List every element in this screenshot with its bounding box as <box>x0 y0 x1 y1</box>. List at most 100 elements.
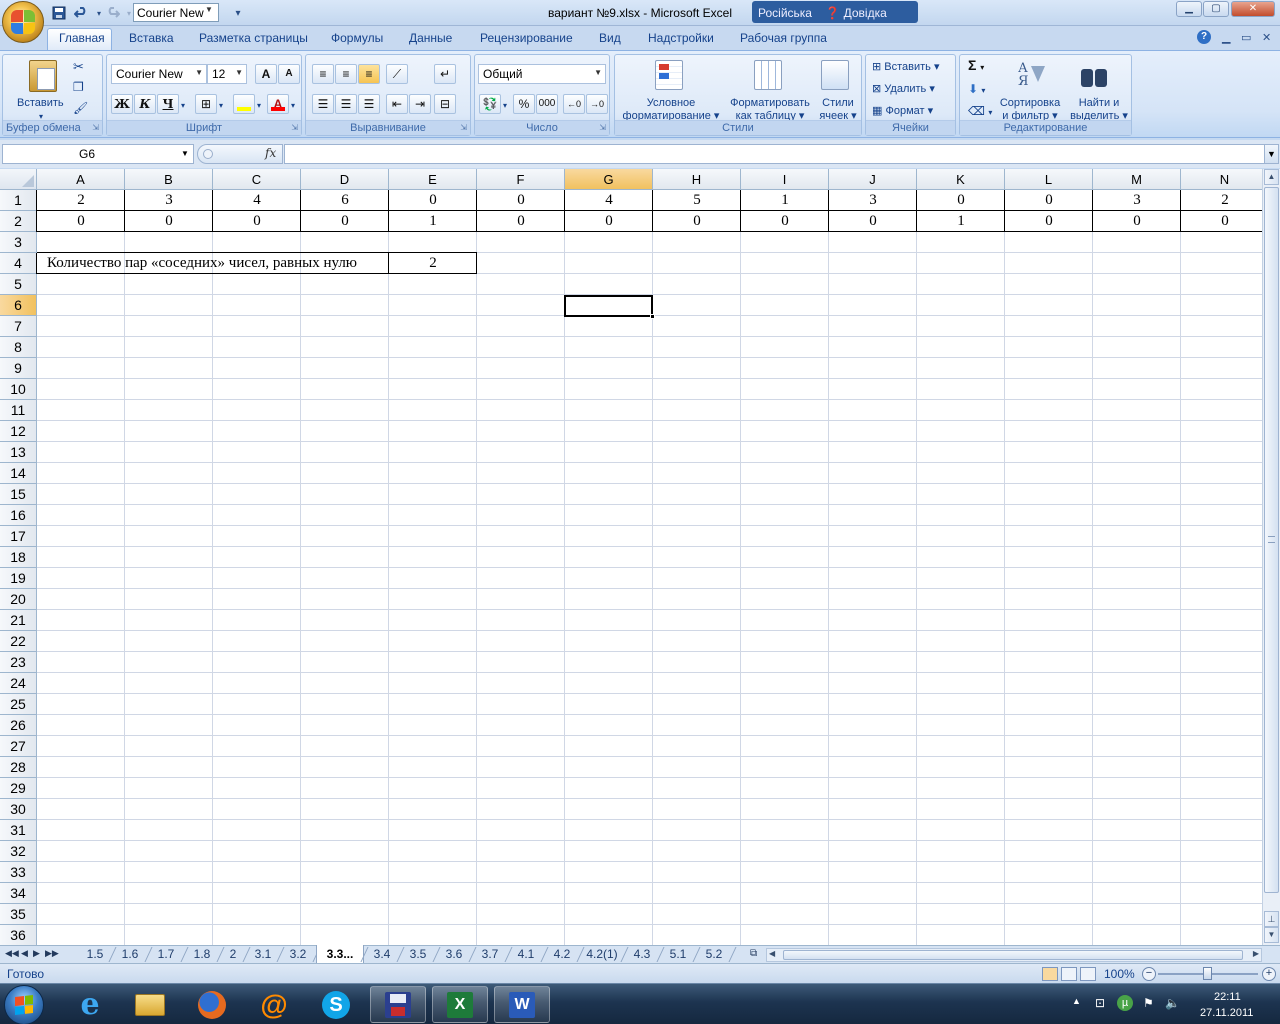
column-header-n[interactable]: N <box>1181 169 1262 190</box>
internet-explorer-icon[interactable]: e <box>62 986 118 1023</box>
next-sheet-icon[interactable]: ▶ <box>33 948 40 959</box>
number-format-combo[interactable]: Общий ▼ <box>478 64 606 84</box>
row-header-31[interactable]: 31 <box>0 820 37 841</box>
zoom-slider-thumb[interactable] <box>1203 967 1212 980</box>
sheet-tab-3-7[interactable]: 3.7 <box>472 946 508 963</box>
flag-icon[interactable]: ⚑ <box>1143 996 1154 1010</box>
grow-font-button[interactable]: A <box>255 64 277 84</box>
borders-dropdown-icon[interactable]: ▾ <box>219 99 223 112</box>
zoom-level[interactable]: 100% <box>1104 967 1135 981</box>
ribbon-minimize-icon[interactable]: ▁ <box>1222 31 1230 44</box>
wrap-text-icon[interactable]: ↵ <box>434 64 456 84</box>
help-icon[interactable]: ? <box>1197 30 1211 44</box>
sheet-tab-1-7[interactable]: 1.7 <box>148 946 184 963</box>
tab-view[interactable]: Вид <box>599 31 621 45</box>
column-header-h[interactable]: H <box>653 169 741 190</box>
row-header-1[interactable]: 1 <box>0 190 37 211</box>
dialog-launcher-icon[interactable]: ⇲ <box>460 123 467 132</box>
horizontal-scrollbar[interactable]: ◀ ▶ <box>766 948 1262 962</box>
insert-function-button[interactable]: fx <box>265 146 276 160</box>
firefox-icon[interactable] <box>184 986 240 1023</box>
sheet-tab-3-2[interactable]: 3.2 <box>280 946 316 963</box>
cell-h1[interactable]: 5 <box>653 190 741 211</box>
align-bottom-icon[interactable]: ≡ <box>358 64 380 84</box>
row-header-10[interactable]: 10 <box>0 379 37 400</box>
page-layout-view-icon[interactable] <box>1061 967 1077 981</box>
sheet-tab-4-1[interactable]: 4.1 <box>508 946 544 963</box>
row-header-26[interactable]: 26 <box>0 715 37 736</box>
autosum-button[interactable]: Σ ▾ <box>968 58 984 74</box>
cell-b2[interactable]: 0 <box>125 211 213 232</box>
font-size-combo[interactable]: 12 ▼ <box>207 64 247 84</box>
sheet-tab-3-4[interactable]: 3.4 <box>364 946 400 963</box>
cell-m1[interactable]: 3 <box>1093 190 1181 211</box>
normal-view-icon[interactable] <box>1042 967 1058 981</box>
expand-formula-bar-icon[interactable]: ▼ <box>1264 144 1279 164</box>
underline-button[interactable]: Ч <box>157 94 179 114</box>
column-header-d[interactable]: D <box>301 169 389 190</box>
utorrent-icon[interactable]: µ <box>1117 995 1133 1011</box>
skype-icon[interactable]: S <box>308 986 364 1023</box>
tab-insert[interactable]: Вставка <box>129 31 174 45</box>
underline-dropdown-icon[interactable]: ▾ <box>181 99 185 112</box>
cell-f2[interactable]: 0 <box>477 211 565 232</box>
delete-cells-button[interactable]: ⊠ Удалить ▾ <box>872 83 935 96</box>
cell-a1[interactable]: 2 <box>37 190 125 211</box>
row-header-36[interactable]: 36 <box>0 925 37 945</box>
italic-button[interactable]: К <box>134 94 156 114</box>
row-header-22[interactable]: 22 <box>0 631 37 652</box>
cell-c1[interactable]: 4 <box>213 190 301 211</box>
zoom-out-icon[interactable]: − <box>1142 967 1156 981</box>
scroll-right-icon[interactable]: ▶ <box>1253 949 1259 958</box>
last-sheet-icon[interactable]: ▶▶ <box>45 948 59 959</box>
office-button[interactable] <box>2 1 44 43</box>
cell-i1[interactable]: 1 <box>741 190 829 211</box>
percent-button[interactable]: % <box>513 94 535 114</box>
sheet-tab-5-2[interactable]: 5.2 <box>696 946 732 963</box>
column-header-b[interactable]: B <box>125 169 213 190</box>
row-header-14[interactable]: 14 <box>0 463 37 484</box>
row-header-13[interactable]: 13 <box>0 442 37 463</box>
row-header-21[interactable]: 21 <box>0 610 37 631</box>
tab-page-layout[interactable]: Разметка страницы <box>199 31 308 45</box>
fill-icon[interactable]: ⬇ ▾ <box>968 83 985 97</box>
sheet-tab-4-2[interactable]: 4.2 <box>544 946 580 963</box>
align-top-icon[interactable]: ≡ <box>312 64 334 84</box>
sheet-tab-1-5[interactable]: 1.5 <box>78 946 112 963</box>
resize-handle-icon[interactable] <box>203 149 213 159</box>
row-header-15[interactable]: 15 <box>0 484 37 505</box>
increase-indent-icon[interactable]: ⇥ <box>409 94 431 114</box>
row-header-35[interactable]: 35 <box>0 904 37 925</box>
orientation-icon[interactable]: ⟋ <box>386 64 408 84</box>
cell-h2[interactable]: 0 <box>653 211 741 232</box>
column-header-l[interactable]: L <box>1005 169 1093 190</box>
row-header-24[interactable]: 24 <box>0 673 37 694</box>
cell-k1[interactable]: 0 <box>917 190 1005 211</box>
row-header-33[interactable]: 33 <box>0 862 37 883</box>
cell-g2[interactable]: 0 <box>565 211 653 232</box>
close-button[interactable]: ✕ <box>1231 1 1275 17</box>
cell-a2[interactable]: 0 <box>37 211 125 232</box>
spreadsheet-grid[interactable]: ABCDEFGHIJKLMN 1 2 3 4 5 6 7 8 9 10 11 12 13 14 15 16 17… <box>0 169 1262 945</box>
fill-color-icon[interactable] <box>233 94 255 114</box>
copy-icon[interactable]: ❐ <box>73 81 84 94</box>
cell-j2[interactable]: 0 <box>829 211 917 232</box>
scroll-left-icon[interactable]: ◀ <box>769 949 775 958</box>
decrease-decimal-icon[interactable]: →0 <box>586 94 608 114</box>
merge-center-icon[interactable]: ⊟ <box>434 94 456 114</box>
cell-k2[interactable]: 1 <box>917 211 1005 232</box>
font-name-combo[interactable]: Courier New ▼ <box>111 64 207 84</box>
scroll-up-icon[interactable]: ▲ <box>1264 169 1279 185</box>
paste-button[interactable]: Вставить <box>17 97 64 110</box>
formula-input[interactable] <box>284 144 1265 164</box>
chevron-down-icon[interactable]: ▼ <box>205 5 213 14</box>
bold-button[interactable]: Ж <box>111 94 133 114</box>
row-header-27[interactable]: 27 <box>0 736 37 757</box>
sheet-tab-4-2-1[interactable]: 4.2(1) <box>580 946 624 963</box>
decrease-indent-icon[interactable]: ⇤ <box>386 94 408 114</box>
split-view-icon[interactable]: ⊥ <box>1264 911 1279 927</box>
tab-home[interactable]: Главная <box>59 31 105 45</box>
shrink-font-button[interactable]: A <box>278 64 300 84</box>
dialog-launcher-icon[interactable]: ⇲ <box>92 123 99 132</box>
dialog-launcher-icon[interactable]: ⇲ <box>599 123 606 132</box>
